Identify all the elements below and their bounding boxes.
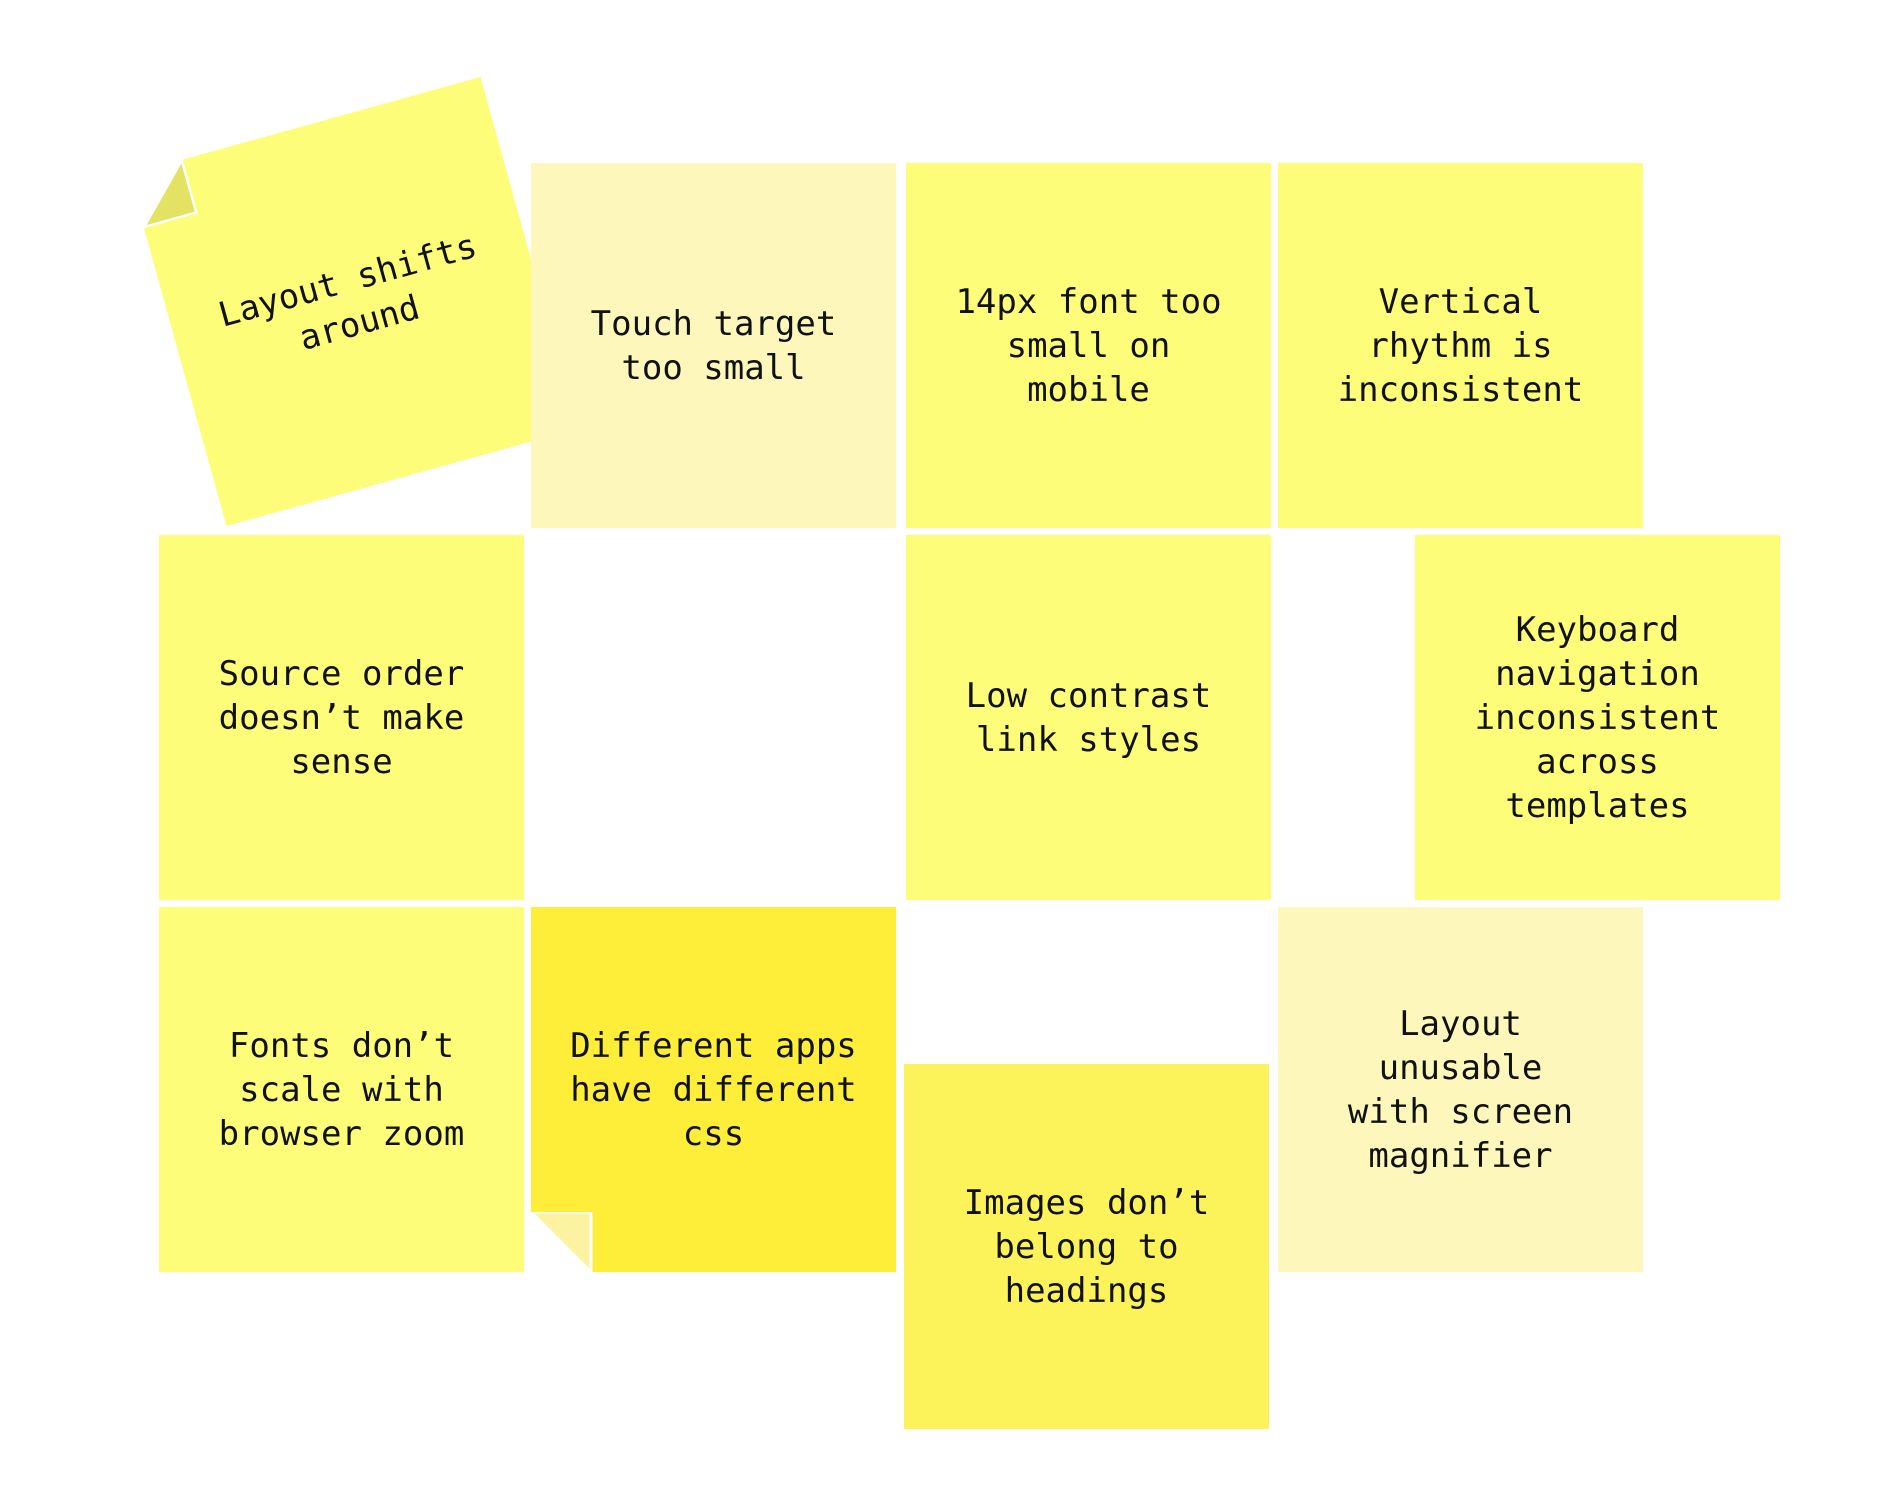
sticky-note-text: Vertical rhythm is inconsistent — [1337, 281, 1584, 410]
sticky-note-text: Fonts don’t scale with browser zoom — [218, 1025, 465, 1154]
sticky-note-low-contrast[interactable]: Low contrast link styles — [906, 535, 1271, 900]
sticky-note-keyboard-nav[interactable]: Keyboard navigation inconsistent across … — [1415, 535, 1780, 900]
sticky-note-font-mobile[interactable]: 14px font too small on mobile — [906, 163, 1271, 528]
sticky-note-text: Different apps have different css — [570, 1025, 857, 1154]
sticky-note-images-headings[interactable]: Images don’t belong to headings — [904, 1064, 1269, 1429]
sticky-note-text: Source order doesn’t make sense — [218, 653, 465, 782]
sticky-note-text: 14px font too small on mobile — [955, 281, 1222, 410]
sticky-note-vertical-rhythm[interactable]: Vertical rhythm is inconsistent — [1278, 163, 1643, 528]
sticky-note-layout-shifts[interactable]: Layout shifts around — [129, 77, 578, 526]
sticky-note-touch-target[interactable]: Touch target too small — [531, 163, 896, 528]
sticky-note-text: Low contrast link styles — [965, 675, 1212, 760]
sticky-note-fonts-zoom[interactable]: Fonts don’t scale with browser zoom — [159, 907, 524, 1272]
sticky-note-text: Keyboard navigation inconsistent across … — [1474, 609, 1721, 826]
sticky-note-screen-magnifier[interactable]: Layout unusable with screen magnifier — [1278, 907, 1643, 1272]
sticky-note-text: Layout unusable with screen magnifier — [1347, 1003, 1574, 1176]
sticky-note-text: Touch target too small — [590, 303, 837, 388]
folded-corner-icon — [531, 1212, 593, 1274]
sticky-note-source-order[interactable]: Source order doesn’t make sense — [159, 535, 524, 900]
sticky-note-body: Layout shifts around — [129, 77, 578, 526]
sticky-note-board: Layout shifts around Touch target too sm… — [0, 0, 1888, 1502]
sticky-note-text: Layout shifts around — [214, 225, 482, 359]
sticky-note-text: Images don’t belong to headings — [963, 1182, 1210, 1311]
